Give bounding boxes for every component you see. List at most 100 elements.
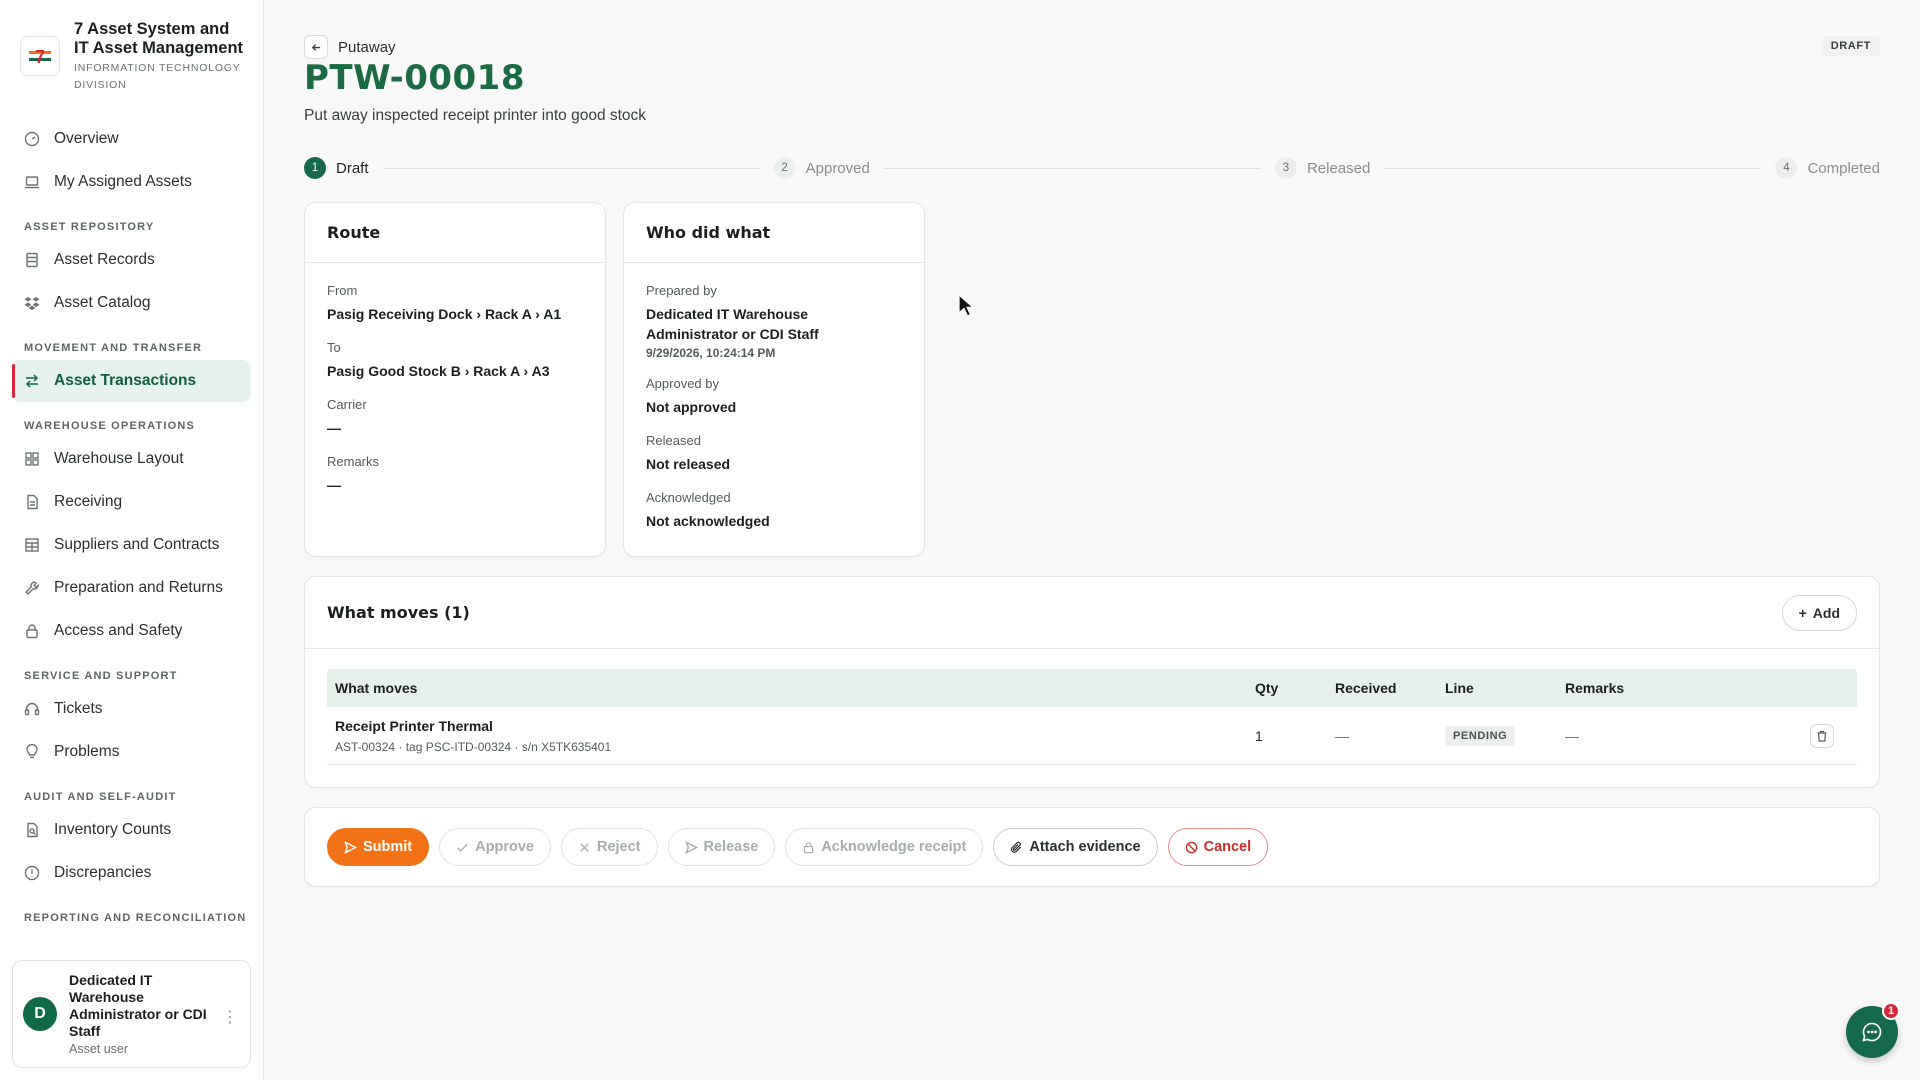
sidebar-item-discrepancies[interactable]: Discrepancies [12,852,251,894]
cell-received: — [1335,727,1349,744]
breadcrumb-label[interactable]: Putaway [338,39,396,56]
sidebar-item-label: My Assigned Assets [54,173,192,190]
gauge-icon [24,131,40,147]
field-value: — [327,477,341,493]
clipboard-search-icon [24,822,40,838]
col-received: Received [1335,680,1397,696]
lock-icon [804,841,814,853]
field-label: Carrier [327,397,367,412]
sidebar-item-label: Receiving [54,493,123,510]
field-value: Not approved [646,399,737,415]
table-header: What moves Qty Received Line Remarks [327,669,1857,707]
send-icon [684,840,698,854]
check-icon [457,843,468,852]
back-button[interactable] [304,35,328,59]
attach-evidence-button[interactable]: Attach evidence [993,828,1158,866]
item-name: Receipt Printer Thermal [335,717,493,734]
field-value: Not released [646,456,731,472]
button-label: Approve [475,839,534,855]
sidebar-item-overview[interactable]: Overview [12,118,251,160]
sidebar-item-asset-records[interactable]: Asset Records [12,239,251,281]
brand: 7 7 Asset System and IT Asset Management… [0,0,263,94]
step-completed: 4 Completed [1775,157,1880,179]
sidebar-item-label: Asset Transactions [54,372,197,389]
wrench-icon [24,580,40,596]
button-label: Submit [363,839,413,855]
chat-button[interactable]: 1 [1846,1002,1900,1058]
breadcrumb: Putaway [304,35,396,59]
notification-badge: 1 [1882,1002,1900,1020]
step-draft: 1 Draft [304,157,369,179]
cell-what-moves: Receipt Printer Thermal AST-00324 · tag … [327,718,1255,754]
line-status-badge: PENDING [1445,725,1516,746]
acknowledge-receipt-button[interactable]: Acknowledge receipt [785,828,984,866]
seven-eleven-logo-icon: 7 [29,45,51,67]
cancel-button[interactable]: Cancel [1167,828,1269,866]
field-label: Remarks [327,454,380,469]
acknowledged: Acknowledged Not acknowledged [646,490,902,531]
sidebar-item-label: Overview [54,130,119,147]
cell-line: PENDING [1445,725,1565,746]
actions-bar: Submit Approve Reject Release Acknowledg… [304,807,1880,887]
field-value: Pasig Good Stock B › Rack A › A3 [327,363,550,379]
sidebar-nav: Overview My Assigned Assets ASSET REPOSI… [12,118,251,930]
sidebar-item-suppliers[interactable]: Suppliers and Contracts [12,524,251,566]
brand-subtitle: INFORMATION TECHNOLOGY DIVISION [74,62,241,91]
sidebar-item-problems[interactable]: Problems [12,731,251,773]
button-label: Cancel [1203,839,1252,855]
sidebar: 7 7 Asset System and IT Asset Management… [0,0,264,1080]
nav-section-movement: MOVEMENT AND TRANSFER [24,342,203,354]
sidebar-item-label: Discrepancies [54,864,152,881]
table-row: Receipt Printer Thermal AST-00324 · tag … [327,707,1857,765]
col-remarks: Remarks [1565,680,1625,696]
cell-remarks: — [1565,727,1579,744]
item-meta: AST-00324 · tag PSC-ITD-00324 · s/n X5TK… [335,739,612,754]
col-qty: Qty [1255,680,1279,696]
sidebar-item-label: Preparation and Returns [54,579,223,596]
cell-qty: 1 [1255,727,1263,744]
sidebar-item-preparation-returns[interactable]: Preparation and Returns [12,567,251,609]
route-card: Route From Pasig Receiving Dock › Rack A… [304,202,606,557]
step-label: Draft [336,159,369,177]
ban-icon [1185,841,1197,853]
step-connector [382,167,760,169]
sidebar-item-label: Problems [54,743,120,760]
step-connector [883,167,1261,169]
user-card[interactable]: D Dedicated IT Warehouse Administrator o… [12,960,251,1068]
step-number: 4 [1775,157,1798,179]
submit-button[interactable]: Submit [327,828,430,866]
step-label: Approved [805,159,870,177]
field-value: — [327,420,341,436]
route-carrier: Carrier — [327,397,583,438]
status-badge: DRAFT [1821,36,1880,56]
sidebar-item-access-safety[interactable]: Access and Safety [12,610,251,652]
prepared-by: Prepared by Dedicated IT Warehouse Admin… [646,283,902,360]
sidebar-item-label: Inventory Counts [54,821,172,838]
sidebar-item-receiving[interactable]: Receiving [12,481,251,523]
release-button[interactable]: Release [667,828,776,866]
delete-row-button[interactable] [1810,723,1834,748]
reject-button[interactable]: Reject [560,828,658,866]
col-what-moves: What moves [335,680,418,696]
sidebar-item-my-assigned-assets[interactable]: My Assigned Assets [12,161,251,203]
arrow-left-icon [311,43,320,51]
step-number: 2 [773,157,796,179]
trash-icon [1817,730,1827,742]
sidebar-item-asset-transactions[interactable]: Asset Transactions [12,360,251,402]
building-icon [24,537,40,553]
plus-icon: + [1798,604,1807,621]
x-icon [580,842,589,852]
add-button[interactable]: + Add [1781,594,1857,631]
svg-text:7: 7 [35,47,45,67]
card-header: What moves (1) + Add [305,577,1879,649]
more-vertical-icon[interactable]: ⋮ [222,1007,238,1027]
field-label: From [327,283,358,298]
sidebar-item-asset-catalog[interactable]: Asset Catalog [12,282,251,324]
sidebar-item-tickets[interactable]: Tickets [12,688,251,730]
mouse-cursor-icon [958,294,975,317]
sidebar-item-warehouse-layout[interactable]: Warehouse Layout [12,438,251,480]
send-icon [344,840,357,854]
approve-button[interactable]: Approve [439,828,551,866]
avatar: D [23,997,57,1031]
sidebar-item-inventory-counts[interactable]: Inventory Counts [12,809,251,851]
